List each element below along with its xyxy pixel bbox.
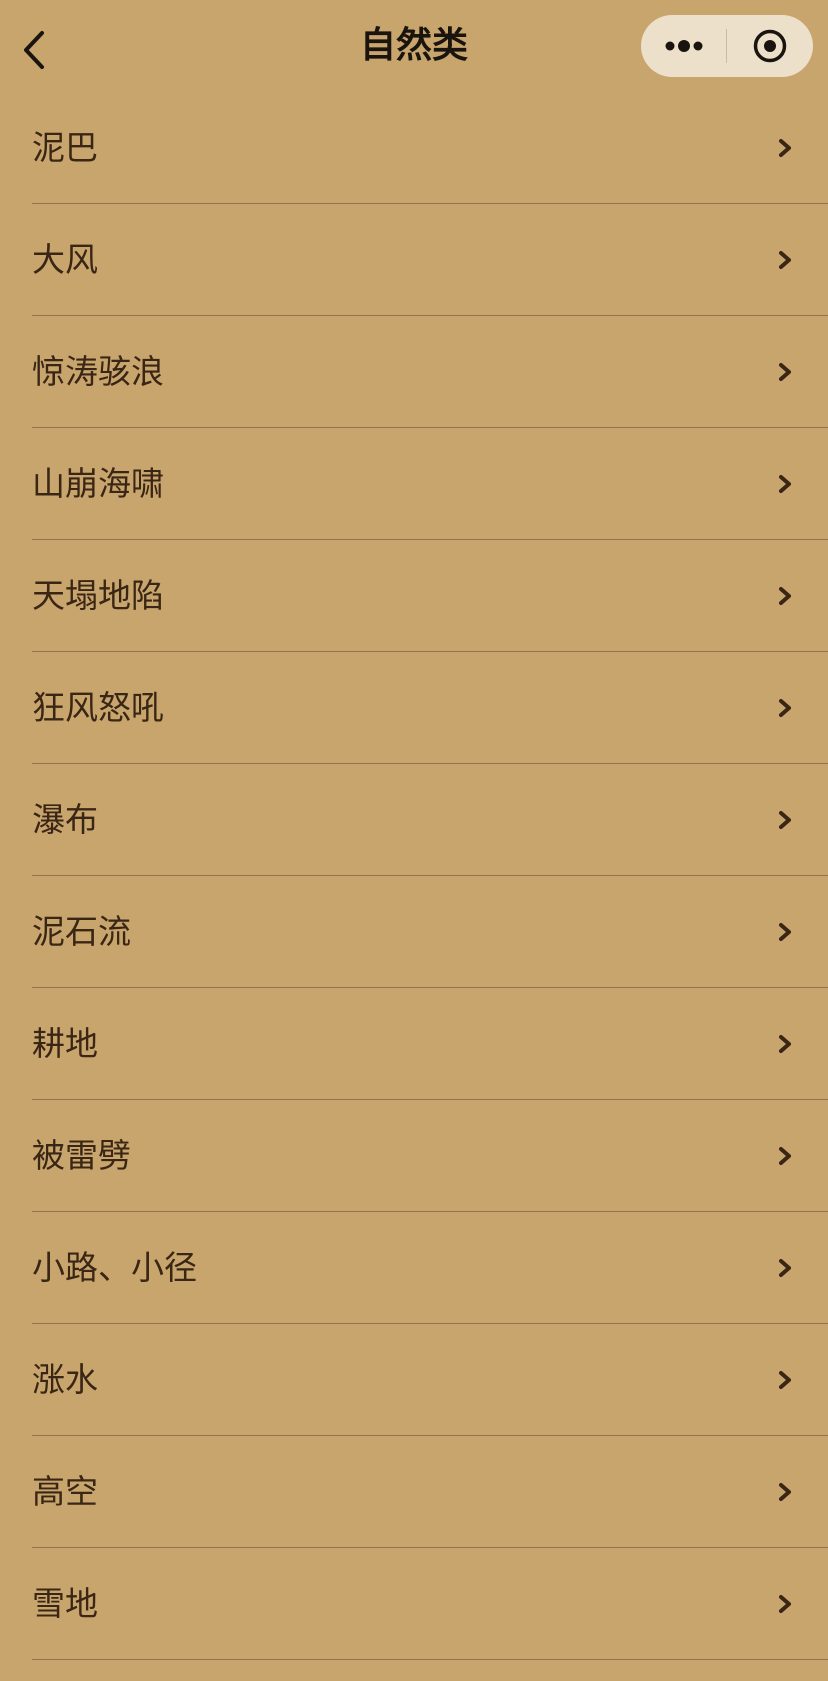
list-item[interactable]: 泥石流 bbox=[0, 876, 828, 988]
chevron-right-icon bbox=[779, 1595, 791, 1613]
list-item[interactable]: 涨水 bbox=[0, 1324, 828, 1436]
list-item[interactable]: 被雷劈 bbox=[0, 1100, 828, 1212]
list-item[interactable]: 耕地 bbox=[0, 988, 828, 1100]
list-item-label: 泥巴 bbox=[32, 128, 98, 167]
list-item-label: 涨水 bbox=[32, 1360, 98, 1399]
capsule-menu bbox=[641, 15, 813, 77]
chevron-right-icon bbox=[779, 1035, 791, 1053]
list-item-label: 雪地 bbox=[32, 1584, 98, 1623]
list-item[interactable]: 小路、小径 bbox=[0, 1212, 828, 1324]
list-item-label: 耕地 bbox=[32, 1024, 98, 1063]
chevron-right-icon bbox=[779, 1147, 791, 1165]
list-item[interactable]: 天塌地陷 bbox=[0, 540, 828, 652]
chevron-right-icon bbox=[779, 811, 791, 829]
category-list: 泥巴大风惊涛骇浪山崩海啸天塌地陷狂风怒吼瀑布泥石流耕地被雷劈小路、小径涨水高空雪… bbox=[0, 92, 828, 1660]
list-item[interactable]: 惊涛骇浪 bbox=[0, 316, 828, 428]
list-item-label: 瀑布 bbox=[32, 800, 98, 839]
chevron-right-icon bbox=[779, 363, 791, 381]
list-item[interactable]: 瀑布 bbox=[0, 764, 828, 876]
more-dots-icon bbox=[665, 40, 702, 52]
list-item[interactable]: 狂风怒吼 bbox=[0, 652, 828, 764]
page: 自然类 泥巴大风惊涛骇浪山崩海啸天塌地陷狂风怒吼瀑布泥石流耕地被雷劈小路、小径涨… bbox=[0, 0, 828, 1681]
list-item-label: 小路、小径 bbox=[32, 1248, 197, 1287]
list-item[interactable]: 山崩海啸 bbox=[0, 428, 828, 540]
chevron-right-icon bbox=[779, 1371, 791, 1389]
chevron-right-icon bbox=[779, 475, 791, 493]
list-item[interactable]: 大风 bbox=[0, 204, 828, 316]
list-item-label: 大风 bbox=[32, 240, 98, 279]
close-button[interactable] bbox=[727, 15, 813, 77]
nav-bar: 自然类 bbox=[0, 0, 828, 95]
more-button[interactable] bbox=[641, 15, 726, 77]
list-item-label: 天塌地陷 bbox=[32, 576, 164, 615]
list-item-label: 被雷劈 bbox=[32, 1136, 131, 1175]
list-item-label: 高空 bbox=[32, 1472, 98, 1511]
list-item[interactable]: 泥巴 bbox=[0, 92, 828, 204]
chevron-right-icon bbox=[779, 251, 791, 269]
chevron-right-icon bbox=[779, 1483, 791, 1501]
chevron-right-icon bbox=[779, 699, 791, 717]
target-close-icon bbox=[753, 29, 787, 63]
list-item-label: 狂风怒吼 bbox=[32, 688, 164, 727]
list-item-label: 泥石流 bbox=[32, 912, 131, 951]
list-item-label: 山崩海啸 bbox=[32, 464, 164, 503]
list-item-label: 惊涛骇浪 bbox=[32, 352, 164, 391]
chevron-right-icon bbox=[779, 587, 791, 605]
chevron-right-icon bbox=[779, 1259, 791, 1277]
list-item[interactable]: 高空 bbox=[0, 1436, 828, 1548]
chevron-right-icon bbox=[779, 923, 791, 941]
chevron-right-icon bbox=[779, 139, 791, 157]
list-item[interactable]: 雪地 bbox=[0, 1548, 828, 1660]
